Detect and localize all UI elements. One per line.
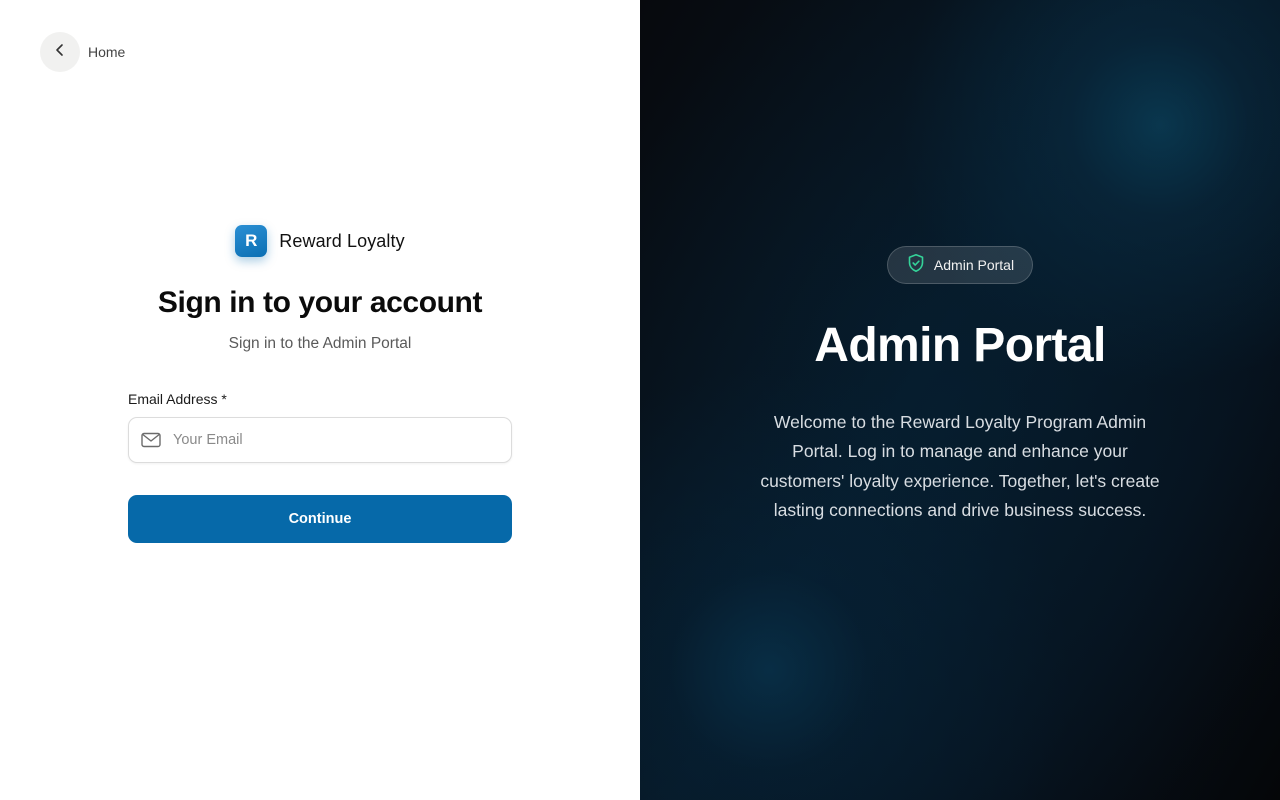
shield-check-icon [906,253,926,278]
brand-logo: R [235,225,268,257]
email-label: Email Address * [128,391,227,407]
hero-description: Welcome to the Reward Loyalty Program Ad… [760,412,1160,520]
login-panel: Home R Reward Loyalty Sign in to your ac… [0,0,640,800]
badge-label: Admin Portal [933,257,1015,273]
email-input[interactable] [173,432,493,448]
continue-button[interactable]: Continue [128,495,512,543]
hero-title: Admin Portal [814,319,1106,372]
chevron-left-icon [52,42,68,63]
page-title: Sign in to your account [157,286,483,319]
back-label[interactable]: Home [88,44,125,60]
admin-portal-badge: Admin Portal [887,246,1033,284]
brand-name: Reward Loyalty [279,230,405,251]
email-field[interactable] [128,417,512,463]
back-home-link[interactable]: Home [40,32,125,72]
hero-panel: Admin Portal Admin Portal Welcome to the… [640,0,1280,800]
page-subtitle: Sign in to the Admin Portal [228,335,412,352]
mail-icon [129,432,173,448]
brand: R Reward Loyalty [0,225,640,257]
back-button[interactable] [40,32,80,72]
